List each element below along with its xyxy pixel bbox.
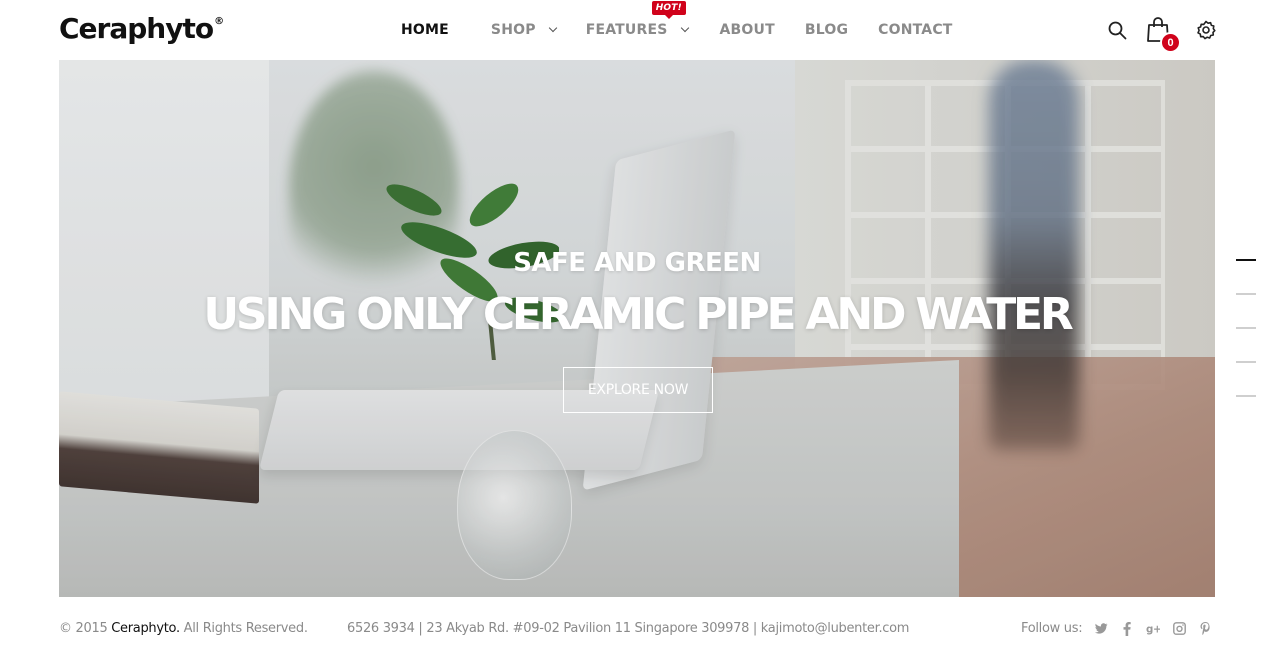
- facebook-icon[interactable]: [1120, 621, 1134, 636]
- copyright: © 2015 Ceraphyto. All Rights Reserved.: [59, 621, 308, 636]
- chevron-down-icon: [548, 23, 557, 33]
- follow-us: Follow us: g+: [1021, 621, 1212, 636]
- search-icon[interactable]: [1108, 21, 1127, 45]
- social-links: g+: [1094, 621, 1212, 636]
- contact-info: 6526 3934 | 23 Akyab Rd. #09-02 Pavilion…: [347, 621, 910, 636]
- google-plus-icon[interactable]: g+: [1146, 622, 1160, 636]
- slide-dot-2[interactable]: [1236, 293, 1256, 295]
- site-logo[interactable]: Ceraphyto®: [59, 12, 224, 45]
- slide-dot-5[interactable]: [1236, 395, 1256, 397]
- copyright-suffix: All Rights Reserved.: [183, 621, 308, 636]
- gear-icon[interactable]: [1196, 20, 1216, 45]
- hero-subtitle: SAFE AND GREEN: [513, 248, 761, 278]
- site-footer: © 2015 Ceraphyto. All Rights Reserved. 6…: [0, 614, 1276, 644]
- nav-features[interactable]: HOT! FEATURES: [585, 1, 689, 38]
- chevron-down-icon: [680, 23, 689, 33]
- main-nav: HOME SHOP HOT! FEATURES ABOUT BLOG CONTA…: [401, 1, 953, 38]
- copyright-brand-link[interactable]: Ceraphyto.: [111, 621, 180, 636]
- nav-about-label: ABOUT: [719, 22, 775, 38]
- svg-text:g+: g+: [1146, 623, 1160, 634]
- nav-shop-label: SHOP: [490, 22, 536, 38]
- follow-label: Follow us:: [1021, 621, 1083, 636]
- instagram-icon[interactable]: [1172, 622, 1186, 636]
- nav-blog-label: BLOG: [804, 22, 849, 38]
- nav-shop[interactable]: SHOP: [490, 22, 557, 38]
- hero-slider: SAFE AND GREEN USING ONLY CERAMIC PIPE A…: [59, 60, 1215, 597]
- nav-home[interactable]: HOME: [401, 22, 449, 38]
- slide-dot-3[interactable]: [1236, 327, 1256, 329]
- nav-contact[interactable]: CONTACT: [878, 22, 952, 38]
- site-header: Ceraphyto® HOME SHOP HOT! FEATURES ABOUT…: [0, 0, 1276, 60]
- hot-badge: HOT!: [651, 1, 686, 19]
- hero-title: USING ONLY CERAMIC PIPE AND WATER: [203, 289, 1073, 340]
- copyright-year: © 2015: [59, 621, 108, 636]
- slide-dot-1[interactable]: [1236, 259, 1256, 261]
- nav-home-label: HOME: [401, 22, 449, 38]
- slide-dot-4[interactable]: [1236, 361, 1256, 363]
- nav-about[interactable]: ABOUT: [720, 22, 775, 38]
- nav-features-label: FEATURES: [585, 22, 668, 38]
- explore-now-button[interactable]: EXPLORE NOW: [563, 367, 713, 413]
- cart-count-badge: 0: [1160, 32, 1181, 53]
- twitter-icon[interactable]: [1094, 622, 1108, 636]
- nav-contact-label: CONTACT: [878, 22, 953, 38]
- nav-blog[interactable]: BLOG: [805, 22, 848, 38]
- pinterest-icon[interactable]: [1198, 622, 1212, 636]
